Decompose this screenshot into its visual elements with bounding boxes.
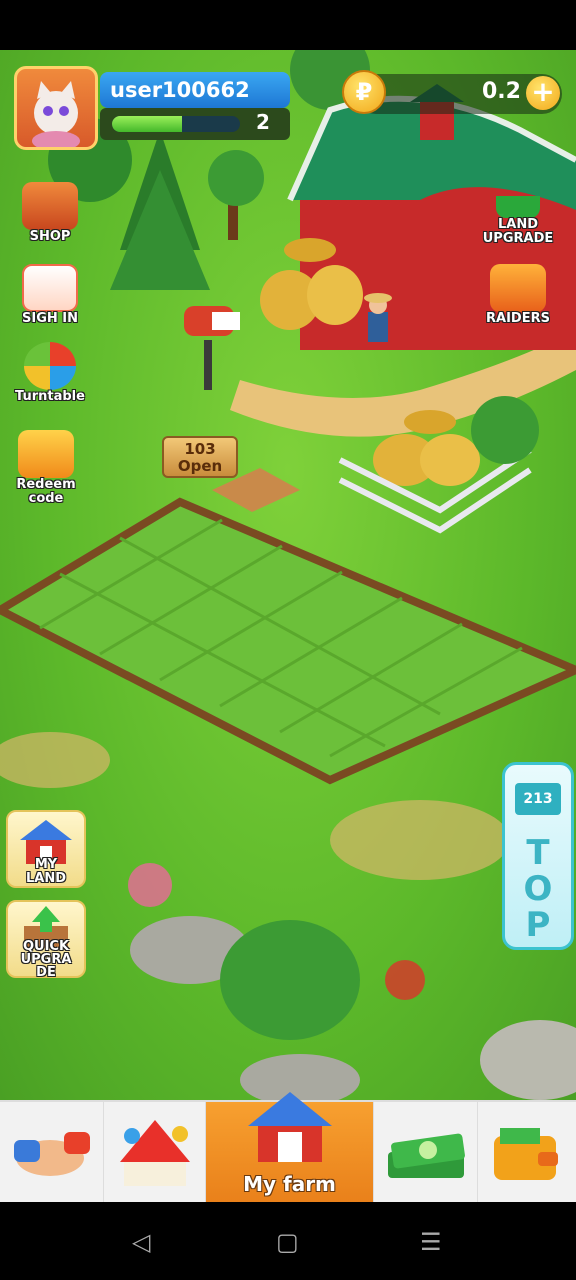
code-coupon-icon [18, 430, 74, 478]
status-bar [0, 0, 576, 50]
mailbox[interactable] [184, 306, 240, 390]
bottom-nav: My farm [0, 1092, 576, 1204]
redeem-label-line1: Redeem [16, 477, 76, 492]
farmer [364, 293, 392, 342]
my-land-button[interactable]: MY LAND [6, 810, 86, 888]
podium-icon: 213 [515, 783, 561, 815]
redeem-code-button[interactable]: Redeem code [6, 430, 86, 506]
plot-status: Open [177, 457, 223, 475]
coin-balance: ₽ 0.2 + [342, 70, 562, 114]
nav-my-farm-label: My farm [243, 1172, 336, 1196]
cat-avatar-icon [32, 81, 80, 147]
circus-tent-icon [120, 1120, 190, 1186]
turntable-button[interactable]: Turntable [10, 342, 90, 404]
barn-icon [248, 1092, 332, 1162]
plot-sign[interactable]: 103 Open [162, 436, 238, 478]
sign-in-label: SIGH IN [22, 311, 78, 326]
home-button[interactable]: ▢ [276, 1228, 299, 1256]
nav-cash[interactable] [374, 1102, 478, 1204]
nav-handshake[interactable] [0, 1102, 104, 1204]
cash-stack-icon [388, 1133, 465, 1178]
sign-in-button[interactable]: SIGH IN [10, 264, 90, 326]
coin-amount: 0.2 [482, 79, 521, 104]
nav-wallet[interactable] [478, 1102, 576, 1204]
shop-label: SHOP [29, 229, 71, 244]
wheel-icon [24, 342, 76, 390]
game-viewport[interactable]: user100662 2 ₽ 0.2 + SHOP SIGH IN Turnta… [0, 50, 576, 1100]
xp-progress-fill [112, 116, 183, 132]
nav-my-farm[interactable]: My farm [206, 1092, 374, 1204]
system-nav-bar: ◁ ▢ ☰ [0, 1202, 576, 1280]
nav-circus[interactable] [104, 1102, 206, 1204]
leaderboard-letter: P [525, 905, 551, 945]
raiders-button[interactable]: RAIDERS [478, 264, 558, 326]
xp-progress-track [112, 116, 240, 132]
land-upgrade-label-line2: UPGRADE [482, 231, 554, 246]
calendar-icon [22, 264, 78, 312]
turntable-label: Turntable [15, 389, 85, 404]
up-arrow-icon [496, 182, 540, 218]
plot-number: 103 [184, 440, 216, 458]
level-bar: 2 [100, 108, 290, 140]
player-avatar[interactable] [14, 66, 98, 150]
level-number: 2 [256, 110, 270, 134]
wallet-icon [494, 1128, 558, 1180]
shop-button[interactable]: SHOP [10, 182, 90, 244]
my-land-label-line2: LAND [25, 871, 66, 886]
land-upgrade-label-line1: LAND [497, 217, 538, 232]
add-coins-button[interactable]: + [526, 76, 560, 110]
quick-upgrade-button[interactable]: QUICK UPGRA DE [6, 900, 86, 980]
leaderboard-label: TOP [505, 835, 571, 943]
leaderboard-letter: O [523, 869, 553, 909]
username-label: user100662 [100, 72, 290, 108]
leaderboard-letter: T [526, 833, 550, 873]
raiders-label: RAIDERS [486, 311, 550, 326]
back-button[interactable]: ◁ [132, 1228, 150, 1256]
recents-button[interactable]: ☰ [420, 1228, 442, 1256]
handshake-icon [14, 1132, 90, 1176]
redeem-label-line2: code [28, 491, 64, 506]
land-upgrade-button[interactable]: LAND UPGRADE [478, 182, 558, 246]
alert-card-icon [490, 264, 546, 312]
coin-icon: ₽ [342, 70, 386, 114]
my-land-label-line1: MY [34, 857, 58, 872]
leaderboard-button[interactable]: 213 TOP [502, 762, 574, 950]
shop-icon [22, 182, 78, 230]
quick-upgrade-label-line3: DE [36, 965, 56, 980]
